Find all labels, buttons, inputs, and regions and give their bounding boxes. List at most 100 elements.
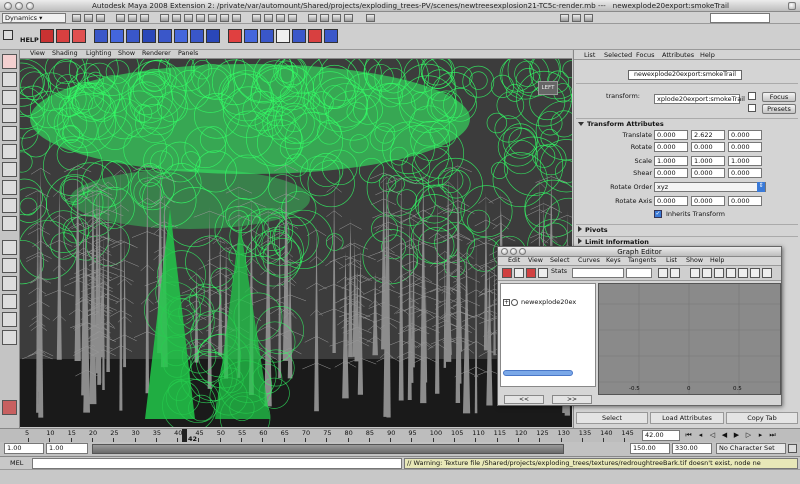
shelf-vortex-field-icon[interactable] <box>206 29 220 43</box>
rotate-tool-icon[interactable] <box>2 126 17 141</box>
close-window-button[interactable] <box>4 2 12 10</box>
shear-yz-field[interactable]: 0.000 <box>728 168 762 178</box>
rotate-x-field[interactable]: 0.000 <box>654 142 688 152</box>
select-joints-icon[interactable] <box>172 14 181 22</box>
render-view-icon[interactable] <box>2 400 17 415</box>
menu-lighting[interactable]: Lighting <box>86 50 111 57</box>
ge-menu-help[interactable]: Help <box>710 257 724 264</box>
select-rendering-icon[interactable] <box>232 14 241 22</box>
select-object-icon[interactable] <box>128 14 137 22</box>
zoom-graph-editor-button[interactable] <box>519 248 526 255</box>
go-to-start-icon[interactable]: ⏮ <box>684 431 693 440</box>
shelf-uniform-field-icon[interactable] <box>190 29 204 43</box>
clamped-tangent-icon[interactable] <box>702 268 712 278</box>
persp-graph-layout-icon[interactable] <box>2 294 17 309</box>
menu-set-select[interactable]: Dynamics ▾ <box>2 13 66 23</box>
rotate-z-field[interactable]: 0.000 <box>728 142 762 152</box>
shelf-spring-icon[interactable] <box>292 29 306 43</box>
minimize-graph-editor-button[interactable] <box>510 248 517 255</box>
region-key-icon[interactable] <box>538 268 548 278</box>
spline-tangent-icon[interactable] <box>690 268 700 278</box>
side-by-side-layout-icon[interactable] <box>2 276 17 291</box>
show-channel-box-icon[interactable] <box>560 14 569 22</box>
play-backwards-icon[interactable]: ◀ <box>720 431 729 440</box>
ge-menu-keys[interactable]: Keys <box>606 257 621 264</box>
character-set-select[interactable]: No Character Set <box>716 443 786 454</box>
current-time-indicator[interactable] <box>182 429 187 443</box>
graph-editor-curve-area[interactable]: -0.5 0 0.5 <box>598 283 781 395</box>
menu-renderer[interactable]: Renderer <box>142 50 171 57</box>
section-limit-information[interactable]: Limit Information <box>578 238 649 246</box>
lattice-deform-key-icon[interactable] <box>526 268 536 278</box>
inherits-transform-checkbox[interactable]: ✓ <box>654 210 662 218</box>
outliner-scrollbar[interactable] <box>503 370 573 376</box>
ae-menu-list[interactable]: List <box>584 51 595 59</box>
play-forwards-icon[interactable]: ▶ <box>732 431 741 440</box>
render-icon[interactable] <box>320 14 329 22</box>
shelf-goal-icon[interactable] <box>324 29 338 43</box>
snap-point-icon[interactable] <box>276 14 285 22</box>
shelf-radial-field-icon[interactable] <box>158 29 172 43</box>
shelf-constraint-icon[interactable] <box>260 29 274 43</box>
next-button[interactable]: >> <box>552 395 592 404</box>
shelf-drag-field-icon[interactable] <box>110 29 124 43</box>
shear-xy-field[interactable]: 0.000 <box>654 168 688 178</box>
plateau-tangent-icon[interactable] <box>750 268 760 278</box>
select-curves-icon[interactable] <box>184 14 193 22</box>
rotate-axis-z-field[interactable]: 0.000 <box>728 196 762 206</box>
focus-button[interactable]: Focus <box>762 92 796 102</box>
ge-menu-show[interactable]: Show <box>686 257 703 264</box>
shelf-soft-body-icon[interactable] <box>276 29 290 43</box>
select-surfaces-icon[interactable] <box>196 14 205 22</box>
mel-command-input[interactable] <box>32 458 402 469</box>
move-tool-icon[interactable] <box>2 108 17 123</box>
frame-all-icon[interactable] <box>658 268 668 278</box>
viewport-3d[interactable]: LEFT <box>20 59 572 427</box>
shelf-gravity-field-icon[interactable] <box>126 29 140 43</box>
scale-y-field[interactable]: 1.000 <box>691 156 725 166</box>
show-manipulator-icon[interactable] <box>2 198 17 213</box>
ae-menu-help[interactable]: Help <box>700 51 715 59</box>
copy-tab-button[interactable]: Copy Tab <box>726 412 798 424</box>
graph-editor-outliner[interactable]: + newexplode20ex <box>500 283 596 387</box>
load-attributes-button[interactable]: Load Attributes <box>650 412 724 424</box>
time-slider[interactable]: 5 10 15 20 25 30 35 40 45 50 55 60 65 70 75 80 85 90 95 100… <box>0 428 800 443</box>
presets-button[interactable]: Presets <box>762 104 796 114</box>
close-graph-editor-button[interactable] <box>501 248 508 255</box>
shelf-passive-rigid-icon[interactable] <box>244 29 258 43</box>
current-frame-field[interactable]: 42.00 <box>642 430 680 441</box>
ae-menu-focus[interactable]: Focus <box>636 51 655 59</box>
show-hypershade-icon[interactable] <box>366 14 375 22</box>
single-pane-layout-icon[interactable] <box>2 240 17 255</box>
transform-name-field[interactable]: xplode20export:smokeTrail <box>654 94 745 104</box>
shelf-menu-icon[interactable] <box>3 30 13 40</box>
shelf-newton-field-icon[interactable] <box>142 29 156 43</box>
shelf-particle-tool-icon[interactable] <box>40 29 54 43</box>
shelf-turbulence-field-icon[interactable] <box>174 29 188 43</box>
ae-menu-attributes[interactable]: Attributes <box>662 51 694 59</box>
four-pane-layout-icon[interactable] <box>2 258 17 273</box>
rotate-axis-x-field[interactable]: 0.000 <box>654 196 688 206</box>
open-scene-icon[interactable] <box>84 14 93 22</box>
ge-menu-select[interactable]: Select <box>550 257 569 264</box>
history-icon[interactable] <box>308 14 317 22</box>
shelf-emitter-icon[interactable] <box>56 29 70 43</box>
ae-menu-selected[interactable]: Selected <box>604 51 632 59</box>
shelf-collide-icon[interactable] <box>308 29 322 43</box>
translate-y-field[interactable]: 2.622 <box>691 130 725 140</box>
scale-tool-icon[interactable] <box>2 144 17 159</box>
render-settings-icon[interactable] <box>344 14 353 22</box>
paint-select-tool-icon[interactable] <box>2 90 17 105</box>
rotate-y-field[interactable]: 0.000 <box>691 142 725 152</box>
select-button[interactable]: Select <box>576 412 648 424</box>
select-component-icon[interactable] <box>140 14 149 22</box>
select-dynamics-icon[interactable] <box>220 14 229 22</box>
menu-panels[interactable]: Panels <box>178 50 198 57</box>
ge-menu-list[interactable]: List <box>666 257 677 264</box>
snap-curve-icon[interactable] <box>264 14 273 22</box>
ipr-render-icon[interactable] <box>332 14 341 22</box>
persp-outliner-layout-icon[interactable] <box>2 312 17 327</box>
graph-editor-title-bar[interactable]: Graph Editor <box>498 247 781 257</box>
last-tool-icon[interactable] <box>2 216 17 231</box>
new-scene-icon[interactable] <box>72 14 81 22</box>
